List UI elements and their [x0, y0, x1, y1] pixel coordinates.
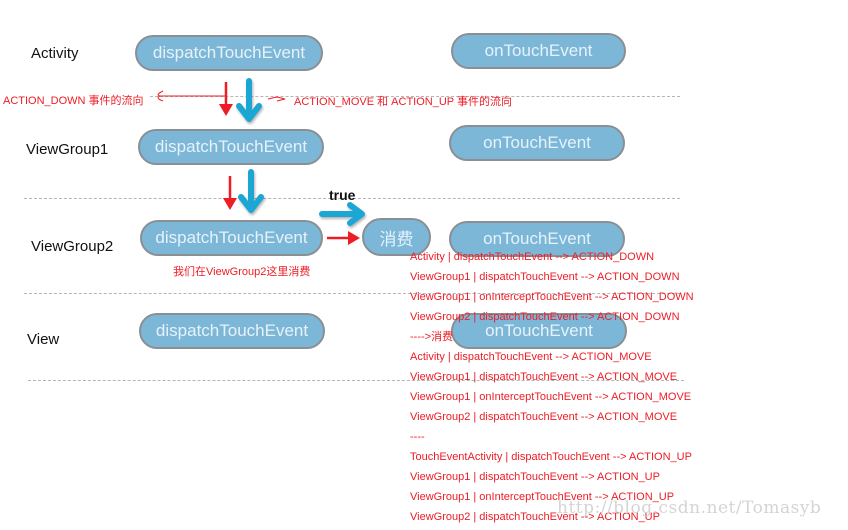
down-flow-legend: ACTION_DOWN 事件的流向: [3, 95, 144, 107]
blue-arrow-right-icon: [319, 202, 365, 226]
log-line: ViewGroup2 | dispatchTouchEvent --> ACTI…: [410, 311, 680, 323]
down-flow-legend-arrow-icon: [157, 90, 225, 102]
watermark: http://blog.csdn.net/Tomasyb: [557, 498, 822, 518]
log-line: ViewGroup1 | onInterceptTouchEvent --> A…: [410, 391, 692, 403]
log-line: ---->消费: [410, 331, 454, 343]
event-log: Activity | dispatchTouchEvent --> ACTION…: [410, 247, 694, 527]
log-line: ViewGroup1 | dispatchTouchEvent --> ACTI…: [410, 271, 680, 283]
red-arrow-right-icon: [327, 231, 360, 245]
log-line: TouchEventActivity | dispatchTouchEvent …: [410, 451, 692, 463]
red-arrow-down-icon-2: [223, 176, 237, 210]
log-line: Activity | dispatchTouchEvent --> ACTION…: [410, 251, 655, 263]
log-line: ViewGroup1 | dispatchTouchEvent --> ACTI…: [410, 371, 678, 383]
log-line: ----: [410, 431, 425, 443]
true-label: true: [329, 187, 356, 203]
move-up-flow-legend: ACTION_MOVE 和 ACTION_UP 事件的流向: [294, 96, 512, 108]
log-line: ViewGroup1 | dispatchTouchEvent --> ACTI…: [410, 471, 660, 483]
blue-arrow-down-icon-1: [236, 78, 262, 122]
log-line: Activity | dispatchTouchEvent --> ACTION…: [410, 351, 652, 363]
log-line: ViewGroup2 | dispatchTouchEvent --> ACTI…: [410, 411, 678, 423]
move-up-flow-legend-arrow-icon: [267, 96, 286, 102]
red-arrow-down-icon-1: [219, 82, 233, 116]
log-line: ViewGroup1 | onInterceptTouchEvent --> A…: [410, 291, 694, 303]
consume-note: 我们在ViewGroup2这里消费: [173, 266, 311, 278]
blue-arrow-down-icon-2: [238, 169, 264, 213]
